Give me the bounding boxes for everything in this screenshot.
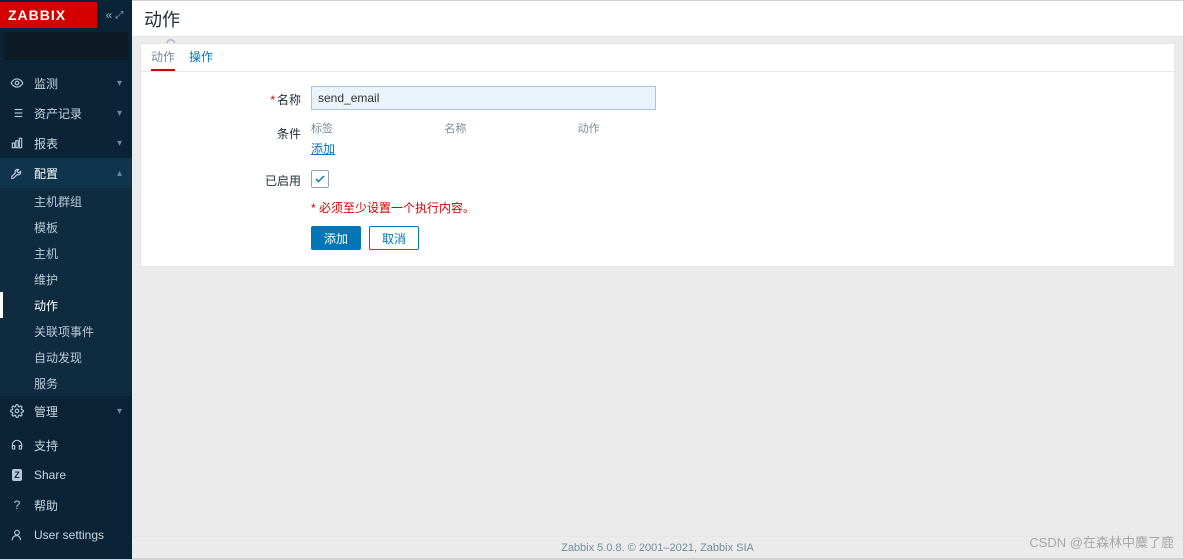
content-wrap: 动作 操作 *名称 条件 标签 名称 动作 [132, 37, 1183, 536]
button-row: 添加 取消 [311, 226, 1164, 250]
subnav-event-correlation[interactable]: 关联项事件 [0, 318, 132, 344]
sidebar-collapse-button[interactable]: « ⤢ [97, 0, 132, 30]
row-error: * 必须至少设置一个执行内容。 [151, 199, 1164, 216]
brand-logo[interactable]: ZABBIX [0, 2, 97, 28]
nav-label: 监测 [34, 75, 58, 92]
name-input[interactable] [311, 86, 656, 110]
nav-label: 报表 [34, 135, 58, 152]
subnav-hosts[interactable]: 主机 [0, 240, 132, 266]
chevron-down-icon: ▾ [117, 108, 122, 119]
row-enabled: 已启用 [151, 167, 1164, 189]
form-panel: 动作 操作 *名称 条件 标签 名称 动作 [140, 43, 1175, 267]
cond-head-tag: 标签 [311, 120, 444, 136]
user-icon [10, 528, 24, 542]
headset-icon [10, 438, 24, 452]
expand-icon: ⤢ [115, 10, 123, 21]
subnav-maintenance[interactable]: 维护 [0, 266, 132, 292]
eye-icon [10, 76, 24, 90]
nav-share[interactable]: Z Share [0, 460, 132, 490]
submit-button[interactable]: 添加 [311, 226, 361, 250]
row-conditions: 条件 标签 名称 动作 添加 [151, 120, 1164, 157]
condition-label: 条件 [151, 120, 311, 142]
nav-help[interactable]: ? 帮助 [0, 490, 132, 520]
chevron-up-icon: ▴ [117, 168, 122, 179]
name-label: *名称 [151, 86, 311, 108]
cond-head-action: 动作 [578, 120, 711, 136]
nav-user-settings[interactable]: User settings [0, 520, 132, 550]
chevron-down-icon: ▾ [117, 138, 122, 149]
nav-admin[interactable]: 管理 ▾ [0, 396, 132, 426]
nav-reports[interactable]: 报表 ▾ [0, 128, 132, 158]
nav-label: 帮助 [34, 497, 58, 514]
subnav-discovery[interactable]: 自动发现 [0, 344, 132, 370]
chevron-down-icon: ▾ [117, 406, 122, 417]
tab-operation[interactable]: 操作 [189, 48, 213, 71]
chevron-down-icon: ▾ [117, 78, 122, 89]
question-icon: ? [10, 498, 24, 512]
sidebar: ZABBIX « ⤢ 监测 ▾ 资产记录 ▾ 报表 ▾ 配 [0, 0, 132, 559]
list-icon [10, 106, 24, 120]
cancel-button[interactable]: 取消 [369, 226, 419, 250]
wrench-icon [10, 166, 24, 180]
nav-label: 配置 [34, 165, 58, 182]
subnav-actions[interactable]: 动作 [0, 292, 132, 318]
share-icon: Z [10, 469, 24, 481]
main: 动作 动作 操作 *名称 条件 标签 [132, 0, 1184, 559]
tab-action[interactable]: 动作 [151, 48, 175, 71]
conditions-header: 标签 名称 动作 [311, 120, 711, 140]
page-title: 动作 [132, 1, 1183, 37]
lower-nav: 支持 Z Share ? 帮助 User settings [0, 430, 132, 550]
conditions-table: 标签 名称 动作 添加 [311, 120, 711, 157]
gear-icon [10, 404, 24, 418]
nav-label: Share [34, 468, 66, 482]
row-name: *名称 [151, 86, 1164, 110]
footer: Zabbix 5.0.8. © 2001–2021, Zabbix SIA [132, 536, 1183, 558]
nav-inventory[interactable]: 资产记录 ▾ [0, 98, 132, 128]
error-message: * 必须至少设置一个执行内容。 [311, 201, 475, 215]
nav-support[interactable]: 支持 [0, 430, 132, 460]
chart-icon [10, 136, 24, 150]
nav-label: 支持 [34, 437, 58, 454]
chevron-left-double-icon: « [106, 8, 113, 22]
sidebar-header: ZABBIX « ⤢ [0, 0, 132, 30]
nav-label: 资产记录 [34, 105, 82, 122]
subnav-templates[interactable]: 模板 [0, 214, 132, 240]
cond-head-name: 名称 [444, 120, 577, 136]
subnav-host-groups[interactable]: 主机群组 [0, 188, 132, 214]
enabled-checkbox[interactable] [311, 170, 329, 188]
action-form: *名称 条件 标签 名称 动作 添加 [141, 72, 1174, 266]
subnav-config: 主机群组 模板 主机 维护 动作 关联项事件 自动发现 服务 [0, 188, 132, 396]
nav-label: User settings [34, 528, 104, 542]
nav-config[interactable]: 配置 ▴ [0, 158, 132, 188]
tabs: 动作 操作 [141, 44, 1174, 72]
nav-label: 管理 [34, 403, 58, 420]
nav-monitor[interactable]: 监测 ▾ [0, 68, 132, 98]
check-icon [314, 173, 326, 185]
subnav-services[interactable]: 服务 [0, 370, 132, 396]
add-condition-link[interactable]: 添加 [311, 142, 335, 156]
enabled-label: 已启用 [151, 167, 311, 189]
search-row[interactable] [4, 32, 128, 60]
